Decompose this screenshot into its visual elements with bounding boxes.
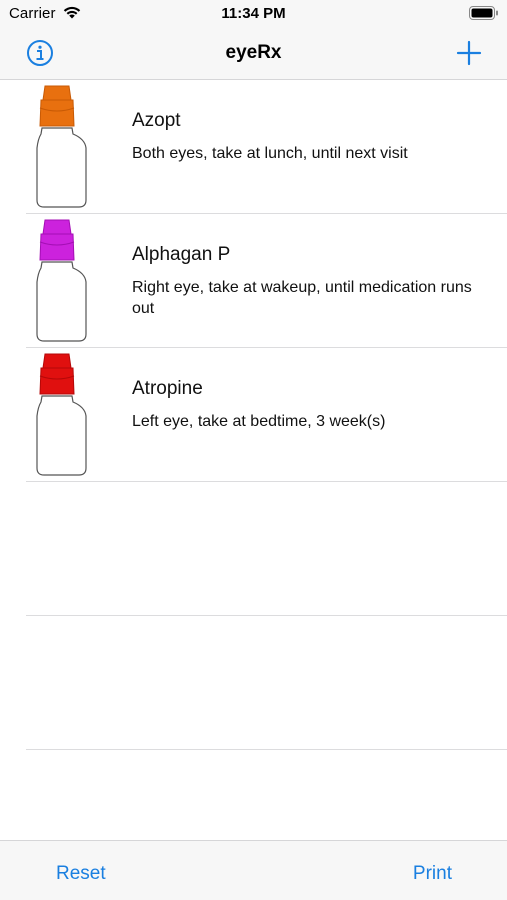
reset-button[interactable]: Reset [56, 863, 106, 885]
plus-icon[interactable] [455, 39, 483, 67]
eye-drop-bottle-icon [36, 353, 87, 476]
status-bar: Carrier 11:34 PM [0, 0, 507, 28]
medication-row[interactable]: Azopt Both eyes, take at lunch, until ne… [0, 80, 507, 214]
medication-list: Azopt Both eyes, take at lunch, until ne… [0, 80, 507, 750]
empty-row [0, 616, 507, 750]
medication-name: Azopt [132, 110, 181, 131]
print-button[interactable]: Print [413, 863, 452, 885]
top-bar: Carrier 11:34 PM eyeRx [0, 0, 507, 80]
eye-drop-bottle-icon [36, 219, 87, 342]
medication-name: Alphagan P [132, 244, 231, 265]
battery-icon [469, 6, 498, 20]
clock-time: 11:34 PM [221, 5, 286, 22]
eye-drop-bottle-icon [36, 85, 87, 208]
medication-detail: Right eye, take at wakeup, until medicat… [132, 279, 472, 317]
medication-detail: Both eyes, take at lunch, until next vis… [132, 145, 408, 162]
medication-name: Atropine [132, 378, 203, 399]
page-title: eyeRx [225, 42, 282, 63]
medication-detail: Left eye, take at bedtime, 3 week(s) [132, 413, 386, 430]
medication-row[interactable]: Atropine Left eye, take at bedtime, 3 we… [0, 348, 507, 482]
medication-row[interactable]: Alphagan P Right eye, take at wakeup, un… [0, 214, 507, 348]
empty-row [0, 482, 507, 616]
navigation-bar: eyeRx [0, 28, 507, 80]
screen: Carrier 11:34 PM eyeRx Azopt Both eyes, … [0, 0, 507, 900]
bottom-toolbar: Reset Print [0, 840, 507, 900]
